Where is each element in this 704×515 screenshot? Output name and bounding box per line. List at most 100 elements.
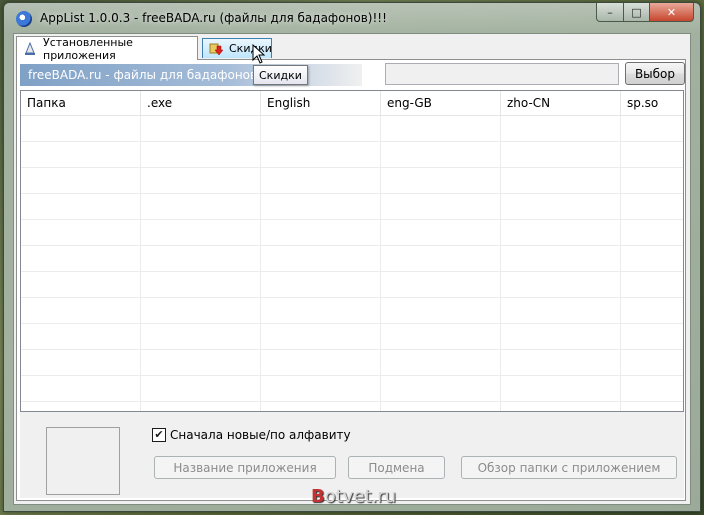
table-cell <box>621 194 683 219</box>
table-cell <box>141 194 261 219</box>
table-cell <box>141 272 261 297</box>
table-cell <box>141 142 261 167</box>
path-field[interactable] <box>385 63 619 85</box>
browse-app-folder-button[interactable]: Обзор папки с приложением <box>461 456 677 479</box>
table-cell <box>141 376 261 401</box>
table-row[interactable] <box>21 220 683 246</box>
browse-button[interactable]: Выбор <box>625 62 685 85</box>
table-row[interactable] <box>21 350 683 376</box>
column-header-folder[interactable]: Папка <box>21 91 141 115</box>
table-cell <box>381 350 501 375</box>
table-cell <box>381 376 501 401</box>
table-cell <box>621 220 683 245</box>
table-cell <box>381 324 501 349</box>
table-cell <box>621 272 683 297</box>
table-row[interactable] <box>21 246 683 272</box>
table-cell <box>21 116 141 141</box>
tooltip: Скидки <box>253 65 308 85</box>
table-cell <box>621 246 683 271</box>
table-cell <box>261 116 381 141</box>
table-cell <box>501 350 621 375</box>
column-header-sp-so[interactable]: sp.so <box>621 91 683 115</box>
app-icon-preview <box>46 427 120 495</box>
table-cell <box>21 376 141 401</box>
table-body <box>21 116 683 411</box>
watermark: Botvet.ru <box>311 486 396 507</box>
table-cell <box>501 402 621 411</box>
table-cell <box>21 168 141 193</box>
window-title: AppList 1.0.0.3 - freeBADA.ru (файлы для… <box>40 11 387 25</box>
caption-buttons: – □ ✕ <box>596 3 694 22</box>
table-cell <box>21 298 141 323</box>
substitute-button[interactable]: Подмена <box>348 456 445 479</box>
table-cell <box>621 116 683 141</box>
client-area: Установленные приложения Скидки freeBADA… <box>13 33 691 505</box>
table-cell <box>381 246 501 271</box>
apps-table[interactable]: Папка .exe English eng-GB zho-CN sp.so <box>20 90 684 412</box>
table-cell <box>501 168 621 193</box>
column-header-exe[interactable]: .exe <box>141 91 261 115</box>
table-cell <box>381 220 501 245</box>
app-name-button[interactable]: Название приложения <box>154 456 336 479</box>
table-row[interactable] <box>21 376 683 402</box>
close-button[interactable]: ✕ <box>650 3 694 22</box>
table-cell <box>261 220 381 245</box>
table-cell <box>501 220 621 245</box>
table-cell <box>141 298 261 323</box>
app-window: AppList 1.0.0.3 - freeBADA.ru (файлы для… <box>3 2 701 512</box>
table-cell <box>621 402 683 411</box>
table-cell <box>21 246 141 271</box>
table-cell <box>501 324 621 349</box>
maximize-icon: □ <box>631 5 642 19</box>
bell-icon <box>23 41 37 56</box>
mouse-cursor-icon <box>252 44 266 64</box>
column-header-zho-cn[interactable]: zho-CN <box>501 91 621 115</box>
table-cell <box>621 324 683 349</box>
column-header-eng-gb[interactable]: eng-GB <box>381 91 501 115</box>
table-row[interactable] <box>21 402 683 411</box>
table-row[interactable] <box>21 324 683 350</box>
table-cell <box>141 168 261 193</box>
table-cell <box>261 272 381 297</box>
sort-checkbox[interactable]: ✔ <box>152 428 166 442</box>
app-icon[interactable] <box>16 11 32 27</box>
table-row[interactable] <box>21 142 683 168</box>
table-cell <box>21 324 141 349</box>
table-cell <box>381 194 501 219</box>
table-cell <box>501 116 621 141</box>
sort-checkbox-row[interactable]: ✔ Сначала новые/по алфавиту <box>152 428 351 442</box>
table-cell <box>261 350 381 375</box>
table-row[interactable] <box>21 298 683 324</box>
table-cell <box>261 168 381 193</box>
minimize-icon: – <box>607 5 613 19</box>
tab-installed-apps-label: Установленные приложения <box>43 35 133 62</box>
table-cell <box>141 220 261 245</box>
table-cell <box>381 272 501 297</box>
table-cell <box>261 402 381 411</box>
table-cell <box>21 402 141 411</box>
tab-installed-apps[interactable]: Установленные приложения <box>16 35 198 62</box>
table-cell <box>501 194 621 219</box>
table-row[interactable] <box>21 272 683 298</box>
table-cell <box>141 116 261 141</box>
table-cell <box>621 376 683 401</box>
table-row[interactable] <box>21 168 683 194</box>
title-bar[interactable]: AppList 1.0.0.3 - freeBADA.ru (файлы для… <box>4 3 700 33</box>
banner: freeBADA.ru - файлы для бадафонов!!! <box>20 64 362 86</box>
maximize-button[interactable]: □ <box>624 3 650 22</box>
table-cell <box>21 272 141 297</box>
table-cell <box>381 116 501 141</box>
table-cell <box>381 402 501 411</box>
column-header-english[interactable]: English <box>261 91 381 115</box>
table-row[interactable] <box>21 116 683 142</box>
table-cell <box>621 298 683 323</box>
table-cell <box>141 350 261 375</box>
watermark-prefix: B <box>311 486 325 507</box>
minimize-button[interactable]: – <box>596 3 624 22</box>
table-row[interactable] <box>21 194 683 220</box>
table-cell <box>381 298 501 323</box>
table-cell <box>21 194 141 219</box>
close-icon: ✕ <box>666 5 677 19</box>
download-arrow-icon <box>209 42 224 56</box>
table-cell <box>21 220 141 245</box>
